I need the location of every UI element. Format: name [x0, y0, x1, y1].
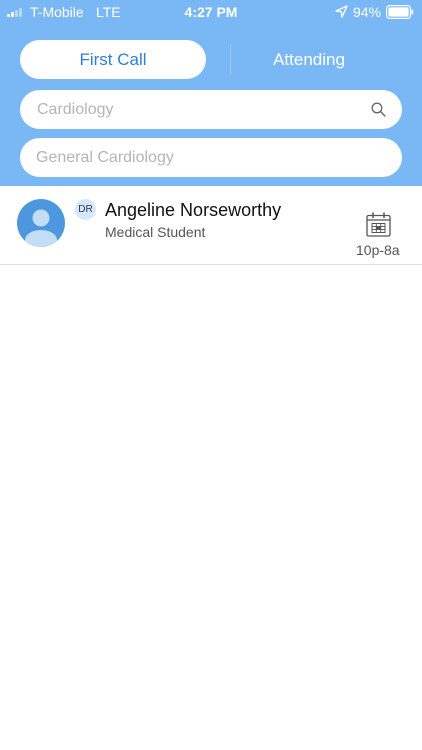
specialty-filter-placeholder: General Cardiology [36, 149, 174, 166]
calendar-icon[interactable] [366, 212, 391, 237]
location-arrow-icon [335, 5, 348, 18]
search-icon[interactable] [371, 102, 386, 117]
shift-time: 10p-8a [356, 242, 400, 258]
role-badge: DR [75, 199, 96, 220]
search-placeholder: Cardiology [37, 101, 114, 118]
tab-first-call[interactable]: First Call [20, 40, 206, 79]
list-item[interactable]: DR Angeline Norseworthy Medical Student … [0, 186, 422, 265]
tab-attending-label: Attending [273, 49, 345, 69]
status-bar: T-Mobile LTE 4:27 PM 94% [0, 0, 422, 24]
battery-icon [386, 5, 414, 19]
avatar [17, 199, 65, 247]
battery-percentage: 94% [353, 4, 382, 20]
person-name: Angeline Norseworthy [105, 200, 282, 220]
tab-attending[interactable]: Attending [216, 40, 402, 79]
tab-first-call-label: First Call [79, 49, 147, 69]
specialty-filter-input[interactable]: General Cardiology [20, 138, 402, 177]
header: T-Mobile LTE 4:27 PM 94% First Call Atte… [0, 0, 422, 186]
role-badge-text: DR [78, 204, 93, 215]
person-role: Medical Student [105, 224, 206, 240]
search-input[interactable]: Cardiology [20, 90, 402, 129]
